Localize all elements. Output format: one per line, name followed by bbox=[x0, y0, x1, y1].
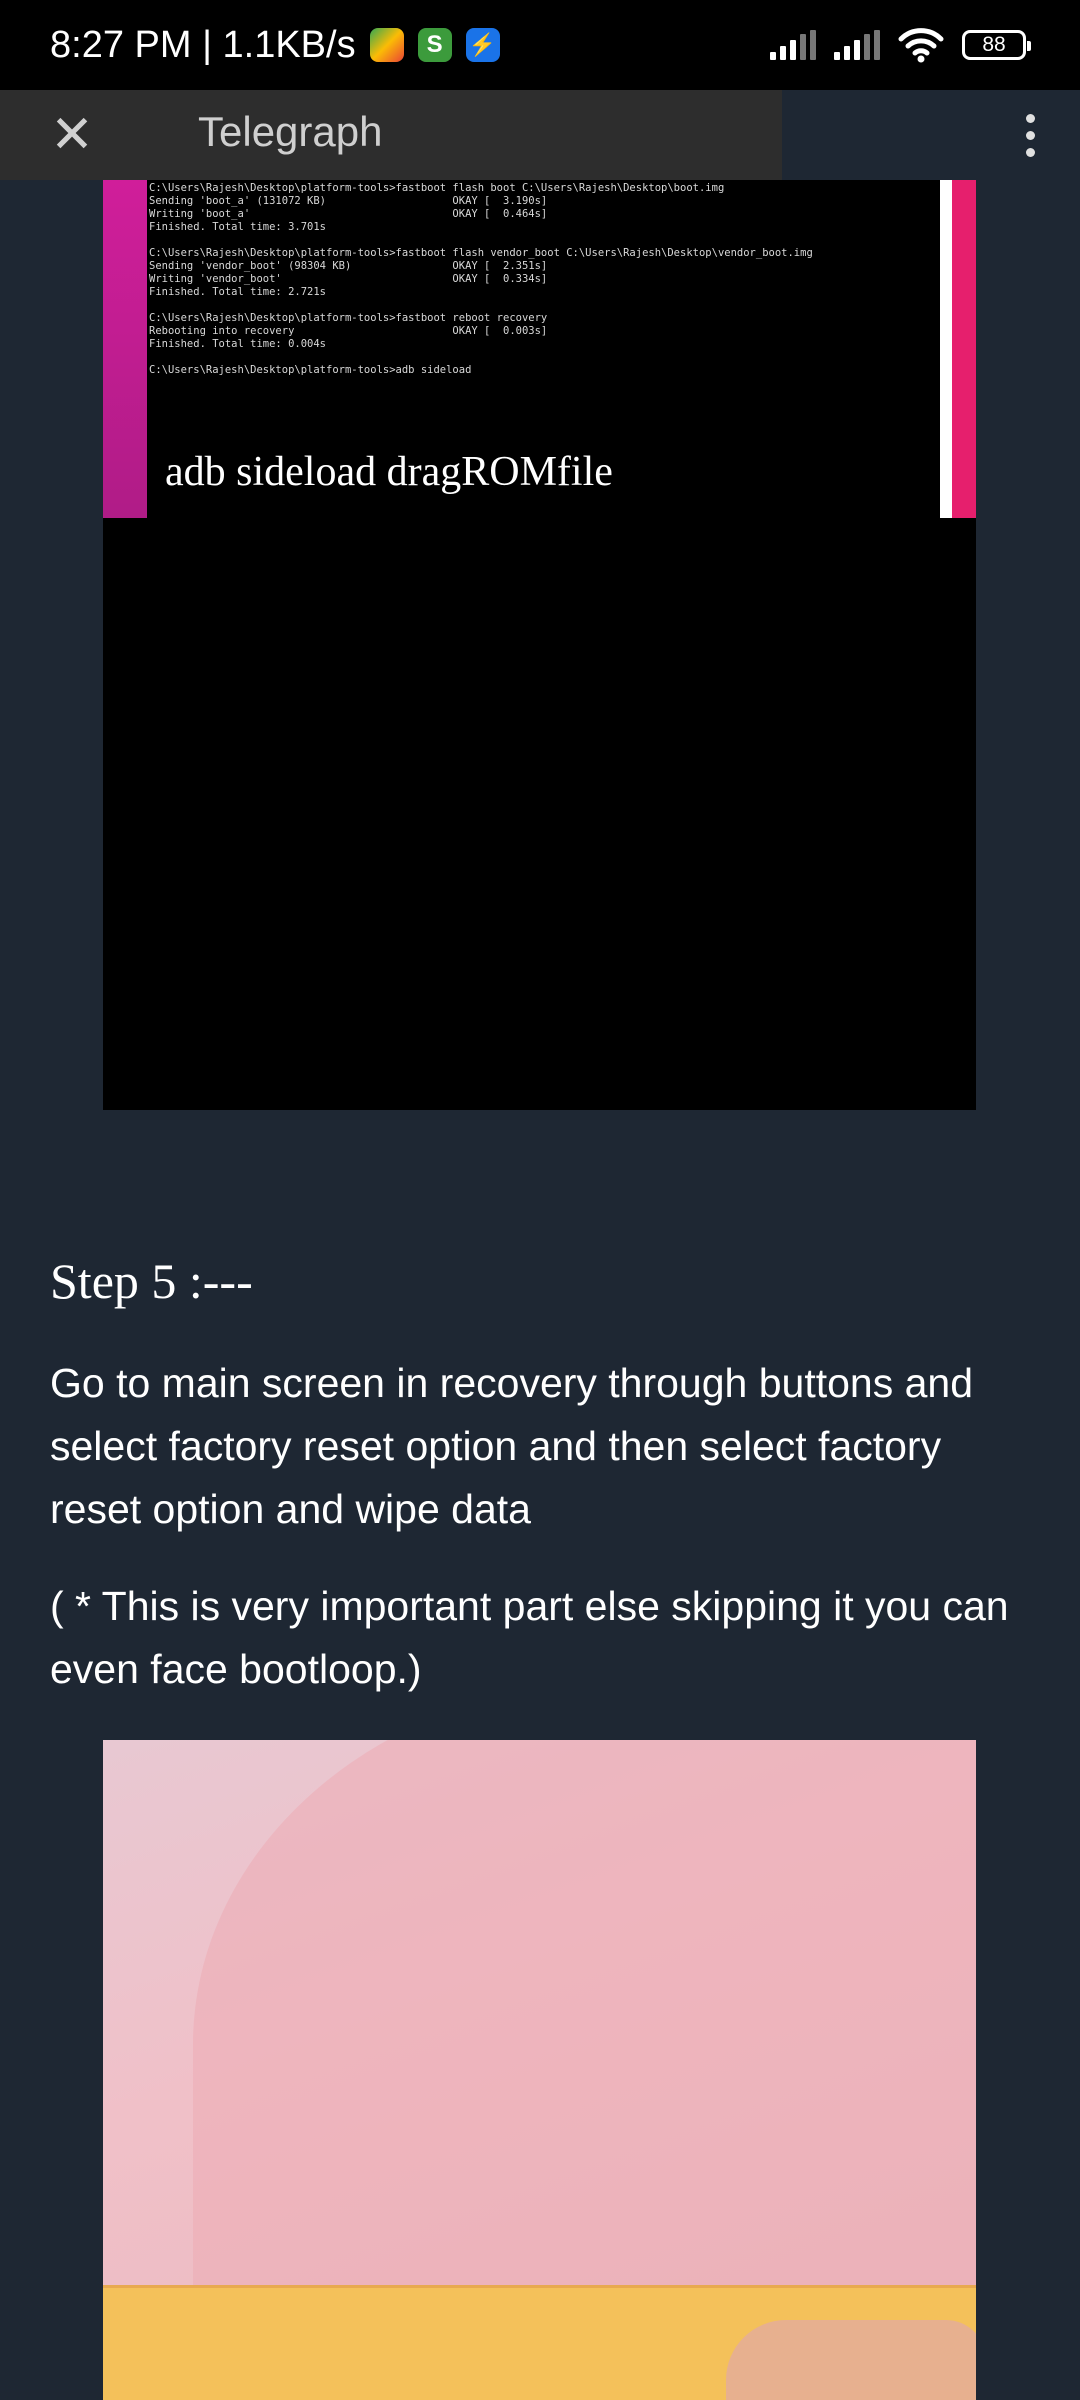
terminal-line: C:\Users\Rajesh\Desktop\platform-tools>a… bbox=[149, 364, 472, 376]
status-right: 88 bbox=[770, 0, 1031, 90]
terminal-screenshot-image[interactable]: C:\Users\Rajesh\Desktop\platform-tools>f… bbox=[103, 180, 976, 1110]
more-options-button[interactable] bbox=[1000, 105, 1060, 165]
battery-saver-icon: ⚡ bbox=[465, 28, 500, 62]
app-bar-panel: ✕ Telegraph bbox=[0, 90, 782, 180]
terminal-caption: adb sideload dragROMfile bbox=[165, 449, 613, 495]
terminal-line: Sending 'boot_a' (131072 KB) OKAY [ 3.19… bbox=[149, 195, 548, 207]
signal-1-icon bbox=[770, 30, 816, 60]
close-icon: ✕ bbox=[50, 106, 94, 164]
terminal-line: Sending 'vendor_boot' (98304 KB) OKAY [ … bbox=[149, 260, 548, 272]
app-bar: ✕ Telegraph bbox=[0, 90, 1080, 180]
terminal-line: Finished. Total time: 3.701s bbox=[149, 221, 327, 233]
more-vert-icon bbox=[1025, 113, 1035, 123]
image-left-accent bbox=[103, 180, 147, 518]
terminal-output: C:\Users\Rajesh\Desktop\platform-tools>f… bbox=[149, 182, 939, 377]
image-right-accent bbox=[940, 180, 976, 518]
app-s-icon: S bbox=[417, 28, 452, 62]
app-title: Telegraph bbox=[198, 108, 383, 155]
article-paragraph-2: ( * This is very important part else ski… bbox=[50, 1583, 1009, 1692]
battery-icon: 88 bbox=[962, 30, 1031, 60]
status-time-speed: 8:27 PM | 1.1KB/s bbox=[50, 23, 356, 66]
article-paragraph-1: Go to main screen in recovery through bu… bbox=[50, 1360, 974, 1532]
phone-photo-image[interactable] bbox=[103, 1740, 976, 2400]
status-bar: 8:27 PM | 1.1KB/s S ⚡ 88 bbox=[0, 0, 1080, 90]
terminal-line: Writing 'vendor_boot' OKAY [ 0.334s] bbox=[149, 273, 548, 285]
wifi-icon bbox=[898, 28, 944, 63]
signal-2-icon bbox=[834, 30, 880, 60]
terminal-line: C:\Users\Rajesh\Desktop\platform-tools>f… bbox=[149, 247, 813, 259]
terminal-line: Rebooting into recovery OKAY [ 0.003s] bbox=[149, 325, 548, 337]
terminal-line: C:\Users\Rajesh\Desktop\platform-tools>f… bbox=[149, 312, 548, 324]
close-button[interactable]: ✕ bbox=[42, 105, 102, 165]
terminal-line: Writing 'boot_a' OKAY [ 0.464s] bbox=[149, 208, 548, 220]
terminal-line: Finished. Total time: 2.721s bbox=[149, 286, 327, 298]
terminal-line: C:\Users\Rajesh\Desktop\platform-tools>f… bbox=[149, 182, 725, 194]
terminal-line: Finished. Total time: 0.004s bbox=[149, 338, 327, 350]
photo-finger bbox=[726, 2320, 976, 2400]
play-store-icon bbox=[369, 28, 404, 62]
status-left: 8:27 PM | 1.1KB/s S ⚡ bbox=[50, 24, 500, 67]
step-heading: Step 5 :--- bbox=[50, 1253, 253, 1309]
